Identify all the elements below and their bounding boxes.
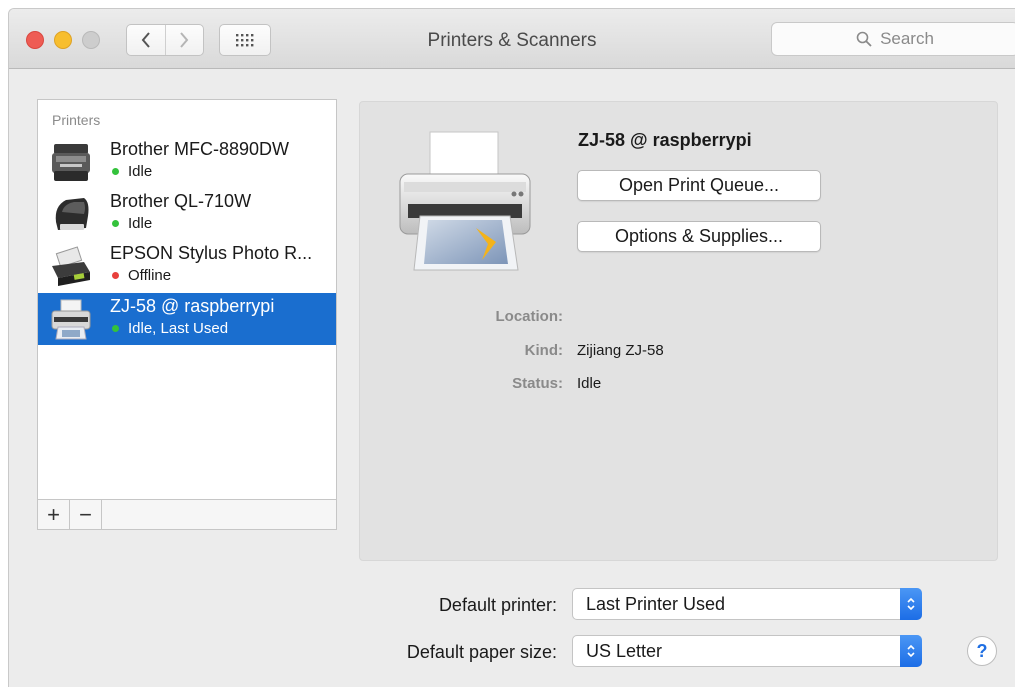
printer-status: Idle, Last Used bbox=[110, 320, 228, 337]
list-header: Printers bbox=[52, 112, 101, 128]
label-printer-icon bbox=[55, 198, 89, 230]
selected-printer-name: ZJ-58 @ raspberrypi bbox=[578, 130, 752, 150]
printer-icon bbox=[399, 131, 531, 271]
multifunction-printer-icon bbox=[52, 144, 90, 181]
status-value: Idle bbox=[577, 375, 602, 392]
default-printer-value: Last Printer Used bbox=[586, 593, 726, 614]
popup-arrows-icon bbox=[900, 588, 922, 620]
status-dot bbox=[112, 168, 119, 175]
status-dot bbox=[112, 325, 119, 332]
printer-item-epson[interactable]: EPSON Stylus Photo R... Offline bbox=[38, 240, 336, 292]
toolbar: Printers & Scanners Search bbox=[9, 9, 1015, 69]
open-print-queue-button[interactable]: Open Print Queue... bbox=[577, 170, 821, 201]
status-label: Status: bbox=[512, 375, 563, 392]
printer-item-zj58[interactable]: ZJ-58 @ raspberrypi Idle, Last Used bbox=[38, 293, 336, 345]
printers-scanners-window: Printers & Scanners Search Printers Brot… bbox=[8, 8, 1015, 687]
options-supplies-button[interactable]: Options & Supplies... bbox=[577, 221, 821, 252]
search-icon bbox=[856, 31, 872, 47]
status-dot bbox=[112, 220, 119, 227]
printer-name: Brother QL-710W bbox=[110, 191, 252, 211]
default-paper-size-value: US Letter bbox=[586, 640, 663, 661]
printer-item-brother-ql[interactable]: Brother QL-710W Idle bbox=[38, 188, 336, 240]
add-printer-button[interactable]: + bbox=[38, 500, 70, 529]
printer-detail-panel: ZJ-58 @ raspberrypi Open Print Queue... … bbox=[359, 101, 998, 561]
printer-status: Offline bbox=[110, 267, 171, 284]
printer-item-brother-mfc[interactable]: Brother MFC-8890DW Idle bbox=[38, 136, 336, 188]
printer-name: ZJ-58 @ raspberrypi bbox=[110, 296, 275, 316]
default-printer-popup[interactable]: Last Printer Used bbox=[572, 588, 922, 620]
receipt-printer-icon bbox=[51, 299, 91, 340]
list-footer: + − bbox=[38, 499, 336, 529]
default-paper-size-label: Default paper size: bbox=[406, 642, 557, 662]
kind-label: Kind: bbox=[524, 342, 563, 359]
printer-status: Idle bbox=[110, 163, 152, 180]
search-placeholder: Search bbox=[880, 29, 934, 48]
printer-list[interactable]: Printers Brother MFC-8890DW Idle Brother… bbox=[37, 99, 337, 530]
remove-printer-button[interactable]: − bbox=[70, 500, 102, 529]
search-field[interactable]: Search bbox=[771, 22, 1015, 56]
location-label: Location: bbox=[495, 308, 564, 325]
printer-name: Brother MFC-8890DW bbox=[110, 139, 290, 159]
printer-name: EPSON Stylus Photo R... bbox=[110, 243, 313, 263]
photo-printer-icon bbox=[52, 246, 90, 286]
kind-value: Zijiang ZJ-58 bbox=[577, 342, 664, 359]
default-printer-label: Default printer: bbox=[438, 595, 557, 615]
default-paper-size-popup[interactable]: US Letter bbox=[572, 635, 922, 667]
printer-status: Idle bbox=[110, 215, 152, 232]
status-dot bbox=[112, 272, 119, 279]
popup-arrows-icon bbox=[900, 635, 922, 667]
help-button[interactable]: ? bbox=[967, 636, 997, 666]
